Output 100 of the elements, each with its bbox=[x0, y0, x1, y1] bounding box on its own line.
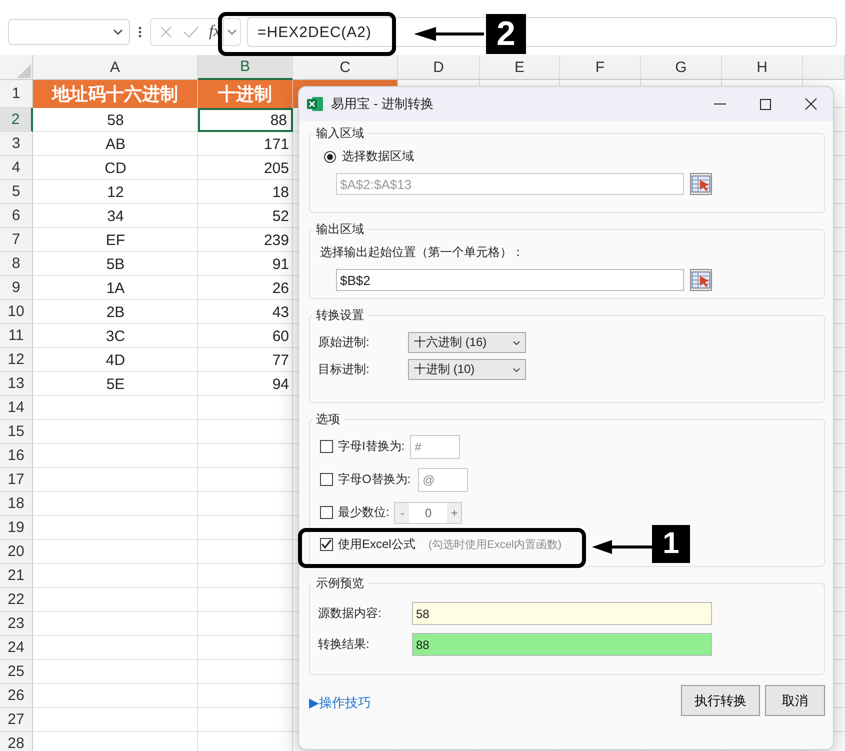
field-label: 转换结果: bbox=[318, 636, 370, 653]
table-cell: 88 bbox=[198, 108, 293, 132]
row-header[interactable]: 11 bbox=[0, 324, 33, 348]
group-title: 转换设置 bbox=[315, 307, 365, 324]
corner-triangle-icon bbox=[16, 63, 32, 79]
table-cell-text: 4D bbox=[104, 350, 126, 370]
convert-button[interactable]: 执行转换 bbox=[681, 685, 760, 716]
column-header[interactable]: G bbox=[641, 55, 722, 80]
column-header[interactable]: A bbox=[33, 55, 198, 80]
row-header[interactable]: 9 bbox=[0, 276, 33, 300]
row-header[interactable]: 16 bbox=[0, 444, 33, 468]
row-header[interactable]: 5 bbox=[0, 180, 33, 204]
row-header[interactable]: 14 bbox=[0, 396, 33, 420]
row-header[interactable]: 12 bbox=[0, 348, 33, 372]
more-icon[interactable] bbox=[138, 25, 142, 39]
dropdown[interactable]: 十六进制 (16) bbox=[408, 332, 526, 353]
row-header[interactable]: 10 bbox=[0, 300, 33, 324]
row-header[interactable]: 22 bbox=[0, 588, 33, 612]
row-header[interactable]: 3 bbox=[0, 132, 33, 156]
table-cell-text: EF bbox=[104, 230, 126, 250]
chevron-down-icon bbox=[113, 29, 123, 35]
header-cell: 十进制 bbox=[198, 80, 293, 108]
table-cell-text: 58 bbox=[106, 110, 125, 130]
row-header[interactable]: 2 bbox=[0, 108, 33, 132]
table-cell-text: CD bbox=[104, 158, 128, 178]
range-picker-button[interactable] bbox=[690, 173, 712, 195]
row-header[interactable]: 19 bbox=[0, 516, 33, 540]
minimize-icon[interactable] bbox=[714, 103, 726, 105]
checkbox-label: 使用Excel公式 bbox=[338, 536, 416, 552]
field-label: 原始进制: bbox=[318, 334, 370, 351]
expand-button[interactable] bbox=[224, 18, 241, 46]
column-header[interactable]: C bbox=[293, 55, 398, 80]
row-header[interactable]: 7 bbox=[0, 228, 33, 252]
range-field[interactable]: $B$2 bbox=[336, 269, 684, 291]
chevron-down-icon bbox=[226, 29, 237, 35]
row-header[interactable]: 25 bbox=[0, 660, 33, 684]
row-header[interactable]: 1 bbox=[0, 80, 33, 108]
chevron-down-icon bbox=[513, 340, 520, 344]
table-cell-text: 18 bbox=[271, 182, 290, 202]
checkbox[interactable] bbox=[320, 506, 333, 519]
increment-button[interactable]: + bbox=[447, 502, 462, 522]
header-cell: 地址码十六进制 bbox=[33, 80, 198, 108]
check-icon[interactable] bbox=[183, 25, 199, 39]
row-header[interactable]: 20 bbox=[0, 540, 33, 564]
column-header[interactable]: B bbox=[198, 55, 293, 80]
number-badge: 2 bbox=[486, 14, 526, 54]
window-title: 易用宝 - 进制转换 bbox=[331, 95, 434, 113]
row-header[interactable]: 18 bbox=[0, 492, 33, 516]
table-cell-text: 5E bbox=[105, 374, 126, 394]
table-cell-text: 3C bbox=[104, 326, 126, 346]
row-header[interactable]: 21 bbox=[0, 564, 33, 588]
checkbox[interactable] bbox=[320, 538, 333, 550]
row-header[interactable]: 24 bbox=[0, 636, 33, 660]
row-header[interactable]: 23 bbox=[0, 612, 33, 636]
table-cell-text: 77 bbox=[271, 350, 290, 370]
checkbox[interactable] bbox=[320, 473, 333, 486]
table-cell-text: 1A bbox=[105, 278, 126, 298]
group-title: 示例预览 bbox=[315, 575, 365, 592]
input-field[interactable]: @ bbox=[418, 468, 468, 492]
column-header[interactable]: D bbox=[398, 55, 480, 80]
chevron-down-icon bbox=[513, 368, 520, 372]
number-stepper[interactable]: - 0 + bbox=[394, 502, 462, 524]
close-icon[interactable] bbox=[805, 98, 817, 110]
arrow bbox=[414, 26, 484, 42]
checkbox[interactable] bbox=[320, 440, 333, 453]
maximize-icon[interactable] bbox=[760, 98, 771, 110]
table-select-icon bbox=[691, 175, 711, 193]
table-cell-text: 2B bbox=[105, 302, 126, 322]
table-cell-text: AB bbox=[104, 134, 126, 154]
number-badge: 1 bbox=[652, 525, 690, 563]
spreadsheet-app-icon bbox=[307, 96, 324, 112]
checkbox-label: 字母I替换为: bbox=[338, 438, 405, 455]
preview-field: 58 bbox=[412, 602, 712, 625]
row-header[interactable]: 6 bbox=[0, 204, 33, 228]
table-cell-text: 34 bbox=[106, 206, 125, 226]
row-header[interactable]: 27 bbox=[0, 708, 33, 732]
row-header[interactable]: 17 bbox=[0, 468, 33, 492]
row-header[interactable]: 26 bbox=[0, 684, 33, 708]
range-picker-button[interactable] bbox=[690, 269, 712, 291]
table-cell-text: 52 bbox=[271, 206, 290, 226]
preview-field: 88 bbox=[412, 633, 712, 656]
column-header[interactable]: F bbox=[560, 55, 641, 80]
input-field[interactable]: # bbox=[410, 434, 460, 458]
row-header[interactable]: 15 bbox=[0, 420, 33, 444]
decrement-button[interactable]: - bbox=[395, 502, 410, 522]
column-header[interactable]: H bbox=[722, 55, 803, 80]
table-cell-text: 60 bbox=[271, 326, 290, 346]
cancel-button[interactable]: 取消 bbox=[765, 685, 825, 716]
column-header[interactable]: E bbox=[480, 55, 560, 80]
dropdown[interactable]: 十进制 (10) bbox=[408, 359, 526, 380]
hint-text: (勾选时使用Excel内置函数) bbox=[428, 538, 562, 552]
row-header[interactable]: 13 bbox=[0, 372, 33, 396]
row-header[interactable]: 4 bbox=[0, 156, 33, 180]
row-header[interactable]: 8 bbox=[0, 252, 33, 276]
radio-button[interactable] bbox=[324, 150, 336, 162]
table-cell-text: 239 bbox=[262, 230, 290, 250]
table-cell-text: 94 bbox=[271, 374, 290, 394]
row-header[interactable]: 28 bbox=[0, 732, 33, 751]
table-cell-text: 91 bbox=[271, 254, 290, 274]
tips-link[interactable]: ▶操作技巧 bbox=[309, 694, 371, 712]
